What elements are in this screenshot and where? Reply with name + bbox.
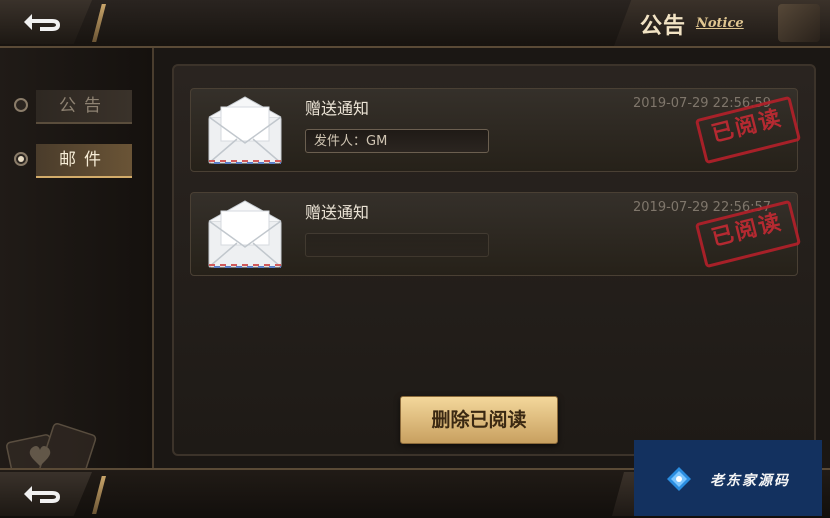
watermark: 老东家源码: [634, 440, 822, 516]
page-title: 公告: [640, 14, 687, 39]
watermark-text: 老东家源码: [710, 473, 790, 489]
header-divider: [92, 4, 106, 42]
mail-sender: 发件人：GM: [305, 129, 489, 153]
sidebar: 公告 邮件: [0, 48, 154, 504]
mail-item[interactable]: 赠送通知 2019-07-29 22:56:57 已阅读: [190, 192, 802, 276]
tab-mail-label: 邮件: [36, 144, 132, 178]
mail-sender: [305, 233, 489, 257]
page-subtitle: Notice: [696, 16, 744, 31]
tab-mail[interactable]: 邮件: [14, 144, 136, 178]
mail-title: 赠送通知: [305, 203, 370, 222]
radio-icon: [14, 98, 28, 112]
mail-panel: 赠送通知 2019-07-29 22:56:59 发件人：GM 已阅读 赠送通知…: [172, 64, 816, 456]
mail-item[interactable]: 赠送通知 2019-07-29 22:56:59 发件人：GM 已阅读: [190, 88, 802, 172]
back-button[interactable]: [0, 0, 92, 44]
delete-read-button[interactable]: 删除已阅读: [400, 396, 558, 444]
back-arrow-icon: [24, 486, 60, 503]
footer-divider: [92, 476, 106, 514]
envelope-icon: [208, 96, 282, 164]
tab-notice[interactable]: 公告: [14, 90, 136, 124]
tab-notice-label: 公告: [36, 90, 132, 124]
playing-cards-icon: [778, 4, 820, 42]
back-arrow-icon: [24, 14, 60, 31]
radio-icon: [14, 152, 28, 166]
top-bar: 公告 Notice: [0, 0, 830, 48]
back-button-bottom[interactable]: [0, 472, 92, 516]
envelope-icon: [208, 200, 282, 268]
title-plate: 公告 Notice: [614, 0, 830, 46]
diamond-logo-icon: [667, 467, 691, 491]
mail-title: 赠送通知: [305, 99, 370, 118]
